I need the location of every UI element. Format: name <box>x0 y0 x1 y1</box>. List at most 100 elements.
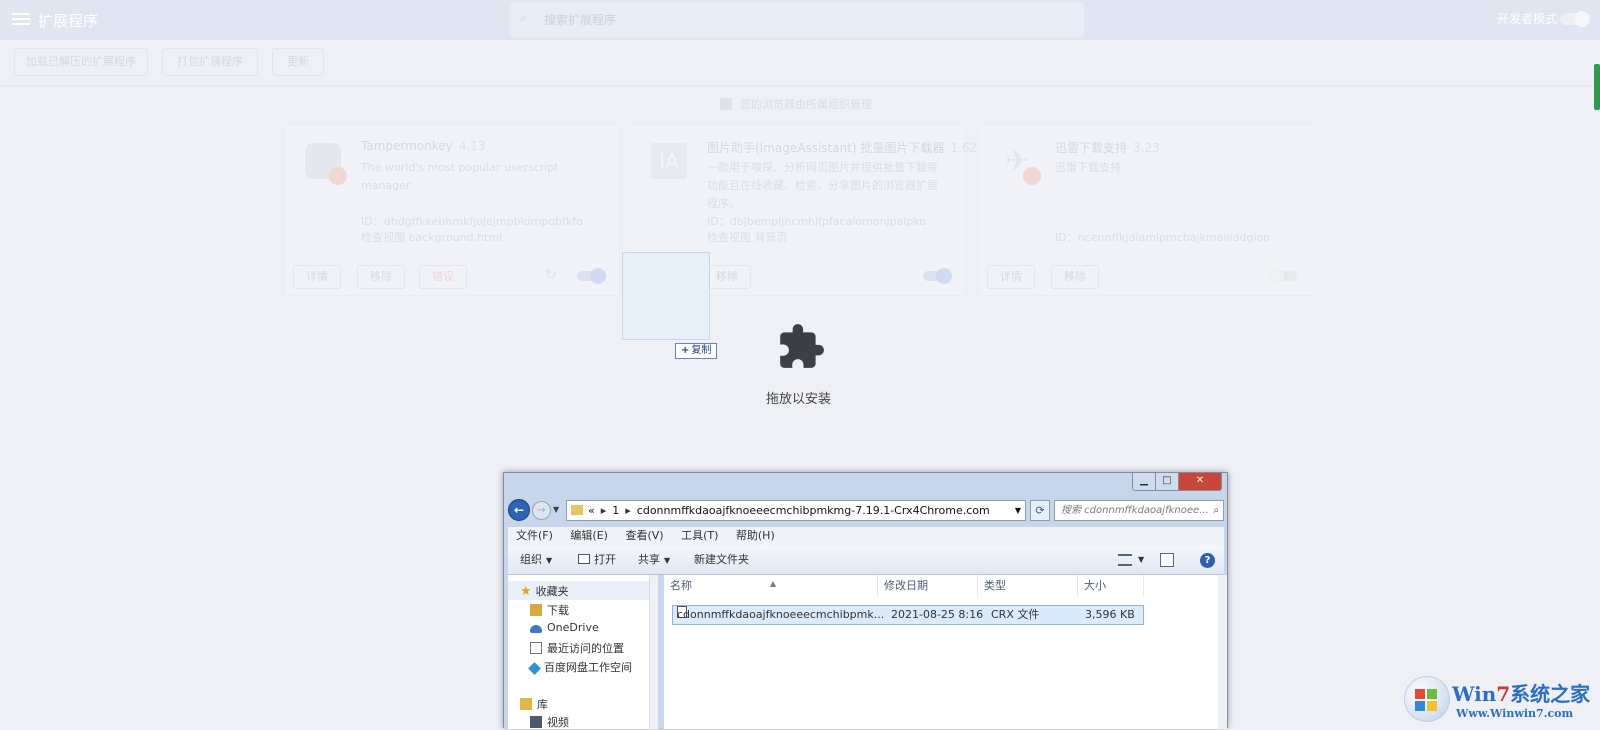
file-list-scrollbar[interactable] <box>1218 575 1227 729</box>
remove-button[interactable]: 移除 <box>703 265 751 289</box>
menu-tools[interactable]: 工具(T) <box>681 529 718 542</box>
load-unpacked-button[interactable]: 加载已解压的扩展程序 <box>14 48 148 76</box>
extension-card-tampermonkey: Tampermonkey 4.13 The world's most popula… <box>284 124 620 296</box>
back-arrow-icon[interactable]: ← <box>508 499 530 521</box>
nav-scrollbar[interactable] <box>649 575 658 729</box>
logo-quad <box>1427 701 1437 711</box>
nav-favorites[interactable]: ★ 收藏夹 <box>520 583 569 599</box>
column-size[interactable]: 大小 <box>1078 575 1144 597</box>
new-folder-button[interactable]: 新建文件夹 <box>694 545 749 575</box>
drag-ghost <box>622 252 710 340</box>
preview-pane-icon[interactable] <box>1160 553 1174 567</box>
extension-desc: 一款用于嗅探、分析网页图片并提供批量下载等功能且在线收藏、检索、分享图片的浏览器… <box>707 161 938 210</box>
pack-extension-button[interactable]: 打包扩展程序 <box>162 48 258 76</box>
watermark-title: Win7系统之家 <box>1452 682 1591 706</box>
errors-button[interactable]: 错误 <box>419 265 467 289</box>
nav-recent[interactable]: 最近访问的位置 <box>530 640 624 656</box>
address-folder: cdonnmffkdaoajfknoeeecmchibpmkmg-7.19.1-… <box>636 504 990 517</box>
view-options-icon[interactable] <box>1118 554 1132 566</box>
nav-libraries[interactable]: 库 <box>520 696 548 712</box>
chevron-down-icon: ▼ <box>664 556 671 565</box>
reload-icon[interactable]: ↻ <box>545 267 557 283</box>
organize-button[interactable]: 组织 ▼ <box>520 545 552 576</box>
windows-logo-icon <box>1404 676 1450 722</box>
building-icon <box>720 98 732 110</box>
inspect-view-link[interactable]: 检查视图 background.html <box>361 229 502 245</box>
remove-button[interactable]: 移除 <box>1051 265 1099 289</box>
nav-onedrive[interactable]: OneDrive <box>530 621 599 634</box>
address-dropdown-icon[interactable]: ▼ <box>1015 501 1021 520</box>
recent-places-icon <box>530 642 542 654</box>
folder-icon <box>571 505 583 515</box>
close-button[interactable]: ✕ <box>1178 473 1222 491</box>
badge-icon <box>329 167 347 185</box>
nav-row: ← → ▼ «▸ 1 ▸ cdonnmffkdaoajfknoeeecmchibpmk… <box>508 499 1224 523</box>
file-size: 3,596 KB <box>1085 608 1135 621</box>
search-icon: ⌕ <box>1213 505 1219 516</box>
column-type[interactable]: 类型 <box>978 575 1078 597</box>
scrollbar-accent <box>1594 64 1600 110</box>
navigation-pane: ★ 收藏夹 下载 OneDrive 最近访问的位置 百度网盘工作空间 库 视频 <box>508 575 658 729</box>
file-row[interactable]: cdonnmffkdaoajfknoeeecmchibpmk... 2021-0… <box>672 605 1144 625</box>
logo-quad <box>1415 689 1425 699</box>
open-button[interactable]: 打开 <box>578 545 616 575</box>
menu-icon[interactable] <box>12 10 30 30</box>
search-placeholder: 搜索扩展程序 <box>544 13 617 27</box>
enable-toggle[interactable] <box>1268 268 1297 284</box>
watermark-url: Www.Winwin7.com <box>1456 707 1574 720</box>
extension-id: ID：dhdgffkkebhmkfjojejmpbldmpobfkfo <box>361 215 583 228</box>
explorer-window: ▁ □ ✕ ← → ▼ «▸ 1 ▸ cdonnmffkdaoajfknoeeecmc… <box>503 472 1228 729</box>
badge-icon <box>1023 167 1041 185</box>
devmode-toggle[interactable] <box>1560 11 1590 27</box>
update-button[interactable]: 更新 <box>272 48 324 76</box>
forward-arrow-icon[interactable]: → <box>532 501 551 520</box>
nav-baidu[interactable]: 百度网盘工作空间 <box>528 659 632 675</box>
managed-notice: 您的浏览器由所属组织管理 <box>720 96 872 112</box>
menu-edit[interactable]: 编辑(E) <box>570 529 608 542</box>
extension-desc: 迅雷下载支持 <box>1055 161 1121 174</box>
file-date: 2021-08-25 8:16 <box>891 608 984 621</box>
chevron-down-icon: ▼ <box>546 556 553 565</box>
minimize-button[interactable]: ▁ <box>1132 473 1156 491</box>
menu-view[interactable]: 查看(V) <box>625 529 663 542</box>
search-icon: ⌕ <box>520 11 528 26</box>
menu-help[interactable]: 帮助(H) <box>736 529 775 542</box>
explorer-search-input[interactable]: 搜索 cdonnmffkdaoajfknoee... ⌕ <box>1054 500 1224 521</box>
extension-name: 迅雷下载支持 3.23 <box>1055 141 1160 155</box>
refresh-icon[interactable]: ⟳ <box>1030 500 1050 521</box>
extension-desc: The world's most popular userscript mana… <box>361 161 559 192</box>
remove-button[interactable]: 移除 <box>357 265 405 289</box>
address-bar[interactable]: «▸ 1 ▸ cdonnmffkdaoajfknoeeecmchibpmkmg-7.1… <box>566 500 1026 521</box>
plus-icon: + <box>681 345 690 356</box>
share-button[interactable]: 共享 ▼ <box>638 545 670 576</box>
inspect-view-link[interactable]: 检查视图 背景页 <box>707 229 788 245</box>
history-dropdown-icon[interactable]: ▼ <box>553 505 559 514</box>
details-button[interactable]: 详情 <box>987 265 1035 289</box>
maximize-button[interactable]: □ <box>1155 473 1179 491</box>
nav-downloads[interactable]: 下载 <box>530 602 569 618</box>
logo-quad <box>1415 701 1425 711</box>
extension-id: ID：ncennffkjdiamlpmcbajkmaiiiddgioo <box>1055 231 1270 244</box>
menu-file[interactable]: 文件(F) <box>516 529 553 542</box>
help-icon[interactable]: ? <box>1200 553 1215 568</box>
page-title: 扩展程序 <box>38 12 99 30</box>
downloads-icon <box>530 604 542 616</box>
star-icon: ★ <box>520 584 532 599</box>
column-date[interactable]: 修改日期 <box>878 575 978 597</box>
topbar: 扩展程序 ⌕ 搜索扩展程序 开发者模式 <box>0 0 1600 40</box>
details-button[interactable]: 详情 <box>293 265 341 289</box>
copy-cursor-tip: + 复制 <box>675 343 718 359</box>
ia-logo-icon: IA <box>651 143 687 179</box>
sort-ascending-icon: ▲ <box>770 579 777 588</box>
file-type: CRX 文件 <box>991 608 1040 621</box>
extension-card-thunder: ✈ 迅雷下载支持 3.23 迅雷下载支持 ID：ncennffkjdiamlpmc… <box>978 124 1314 296</box>
enable-toggle[interactable] <box>923 268 952 284</box>
file-list-pane: 名称 ▲ 修改日期 类型 大小 cdonnmffkdaoajfknoeeecmch… <box>664 575 1222 729</box>
search-extensions-input[interactable]: ⌕ 搜索扩展程序 <box>510 2 1084 37</box>
chevron-down-icon[interactable]: ▼ <box>1138 545 1144 575</box>
puzzle-icon <box>780 324 824 368</box>
enable-toggle[interactable] <box>577 268 606 284</box>
extension-id: ID：dbjbempljhcmhlfpfacalomonjpalpko <box>707 215 927 228</box>
menu-bar: 文件(F) 编辑(E) 查看(V) 工具(T) 帮助(H) <box>508 527 1224 545</box>
column-name[interactable]: 名称 ▲ <box>664 575 878 597</box>
